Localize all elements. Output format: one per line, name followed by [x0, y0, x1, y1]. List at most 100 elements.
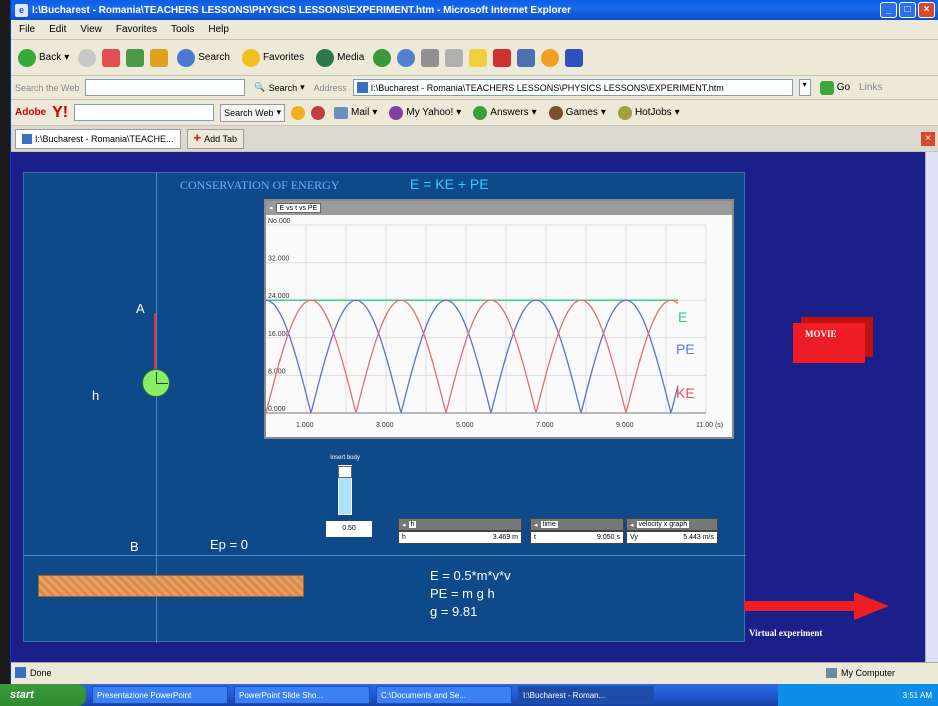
mass-value-field[interactable]: 0.50	[326, 521, 372, 537]
menu-tools[interactable]: Tools	[167, 24, 198, 35]
menu-view[interactable]: View	[76, 24, 106, 35]
search-icon	[177, 48, 196, 67]
messenger-icon[interactable]	[517, 48, 536, 67]
status-text: Done	[30, 667, 52, 678]
go-arrow-icon	[819, 80, 834, 95]
menu-favorites[interactable]: Favorites	[112, 24, 161, 35]
stop-icon[interactable]	[102, 48, 121, 67]
menu-edit[interactable]: Edit	[45, 24, 70, 35]
mail-link[interactable]: Mail ▾	[331, 106, 380, 119]
x-tick-label: 5.000	[456, 422, 474, 429]
menu-help[interactable]: Help	[204, 24, 233, 35]
forward-arrow-icon[interactable]	[78, 48, 97, 67]
refresh-icon[interactable]	[126, 48, 145, 67]
maximize-button[interactable]: □	[899, 2, 916, 18]
answers-link[interactable]: Answers ▾	[470, 105, 539, 120]
pencil-icon[interactable]	[311, 105, 325, 120]
x-tick-label: 3.000	[376, 422, 394, 429]
folder-icon[interactable]	[469, 48, 488, 67]
falling-ball[interactable]	[142, 369, 170, 397]
games-link[interactable]: Games ▾	[546, 105, 609, 120]
close-button[interactable]: ×	[918, 2, 935, 18]
highlight-icon[interactable]	[291, 105, 305, 120]
energy-graph: ◂ E vs t vs PE 0.000 8.000 16.000 24.000 32.…	[264, 199, 734, 439]
computer-icon	[825, 667, 837, 678]
point-a-label: A	[136, 301, 145, 316]
search-button[interactable]: Search	[174, 48, 233, 67]
y-tick-label: 32.000	[268, 256, 290, 263]
yahoo-logo-button[interactable]: Y!	[52, 104, 68, 122]
formulas: E = 0.5*m*v*v PE = m g h g = 9.81	[430, 567, 511, 621]
go-button[interactable]: Go	[817, 80, 853, 95]
games-icon	[548, 105, 563, 120]
status-bar: Done My Computer	[11, 662, 938, 682]
adobe-button[interactable]: Adobe	[15, 107, 46, 118]
graph-menu-icon[interactable]: ◂	[269, 204, 273, 212]
mass-slider[interactable]	[338, 465, 352, 515]
print-icon[interactable]	[421, 48, 440, 67]
media-button[interactable]: Media	[313, 48, 367, 67]
mail-icon[interactable]	[397, 48, 416, 67]
minimize-button[interactable]: _	[880, 2, 897, 18]
my-yahoo-link[interactable]: My Yahoo! ▾	[386, 105, 464, 120]
ie-icon: e	[15, 3, 28, 17]
task-powerpoint-2[interactable]: PowerPoint Slide Sho...	[234, 686, 370, 704]
search-web-dropdown[interactable]: Search Web ▾	[220, 103, 285, 122]
home-icon[interactable]	[150, 48, 169, 67]
back-button[interactable]: Back ▾	[15, 48, 72, 67]
tab-active[interactable]: I:\Bucharest - Romania\TEACHE...	[15, 128, 181, 149]
x-tick-label: 9.000	[616, 422, 634, 429]
hotjobs-link[interactable]: HotJobs ▾	[615, 105, 683, 120]
readout-menu-icon[interactable]: ◂	[630, 521, 634, 529]
address-input[interactable]: I:\Bucharest - Romania\TEACHERS LESSONS\…	[352, 79, 793, 96]
close-tab-icon[interactable]: ×	[921, 131, 935, 146]
vertical-guide	[156, 173, 157, 643]
title-bar[interactable]: e I:\Bucharest - Romania\TEACHERS LESSON…	[11, 0, 938, 20]
start-button[interactable]: start	[0, 684, 86, 706]
height-label: h	[92, 388, 100, 403]
taskbar: start Presentazione PowerPoint PowerPoin…	[0, 684, 938, 706]
velocity-readout: ◂ velocity x graph Vy 5.443 m/s	[626, 518, 718, 544]
address-label: Address	[313, 82, 347, 93]
ground-track	[38, 575, 304, 597]
research-icon[interactable]	[541, 48, 560, 67]
movie-button[interactable]: MOVIE	[793, 317, 873, 365]
yahoo-toolbar-icon[interactable]	[493, 48, 512, 67]
formula-kinetic: E = 0.5*m*v*v	[430, 568, 511, 583]
energy-chart: 0.0008.00016.00024.00032.000No.0001.000 3…	[265, 215, 732, 437]
virtual-experiment-label[interactable]: Virtual experiment	[749, 628, 822, 638]
ep-zero-label: Ep = 0	[210, 537, 248, 552]
search-web-button[interactable]: 🔍 Search ▾	[251, 82, 307, 93]
vertical-scrollbar[interactable]	[925, 152, 938, 662]
y-tick-label: 16.000	[268, 331, 290, 338]
links-label[interactable]: Links	[859, 82, 882, 93]
favorites-button[interactable]: Favorites	[239, 48, 307, 67]
answers-icon	[473, 105, 488, 120]
add-tab-button[interactable]: ✚ Add Tab	[186, 128, 244, 149]
x-tick-label: 11.00 (s)	[696, 422, 723, 429]
task-powerpoint-1[interactable]: Presentazione PowerPoint	[92, 686, 228, 704]
energy-equation: E = KE + PE	[410, 176, 489, 192]
readout-menu-icon[interactable]: ◂	[534, 521, 538, 529]
legend-pe: PE	[676, 341, 695, 357]
slider-label: Insert body	[330, 455, 360, 461]
point-b-label: B	[130, 539, 139, 554]
history-icon[interactable]	[373, 48, 392, 67]
edit-icon[interactable]	[445, 48, 464, 67]
task-explorer[interactable]: C:\Documents and Se...	[376, 686, 512, 704]
page-content: CONSERVATION OF ENERGY E = KE + PE A h B…	[11, 152, 938, 662]
task-ie[interactable]: I:\Bucharest - Roman...	[518, 686, 654, 704]
readout-menu-icon[interactable]: ◂	[402, 521, 406, 529]
media-player-icon[interactable]	[565, 48, 584, 67]
address-dropdown[interactable]: ▾	[798, 79, 811, 96]
y-tick-label: 0.000	[268, 406, 286, 413]
browser-window: e I:\Bucharest - Romania\TEACHERS LESSON…	[10, 0, 938, 690]
menu-file[interactable]: File	[15, 24, 39, 35]
next-arrow-icon[interactable]	[744, 592, 889, 620]
window-title: I:\Bucharest - Romania\TEACHERS LESSONS\…	[32, 4, 571, 16]
search-web-input[interactable]	[85, 79, 246, 96]
done-icon	[15, 667, 26, 678]
yahoo-search-input[interactable]	[74, 104, 215, 121]
legend-e: E	[678, 309, 688, 325]
slider-thumb[interactable]	[338, 466, 352, 478]
